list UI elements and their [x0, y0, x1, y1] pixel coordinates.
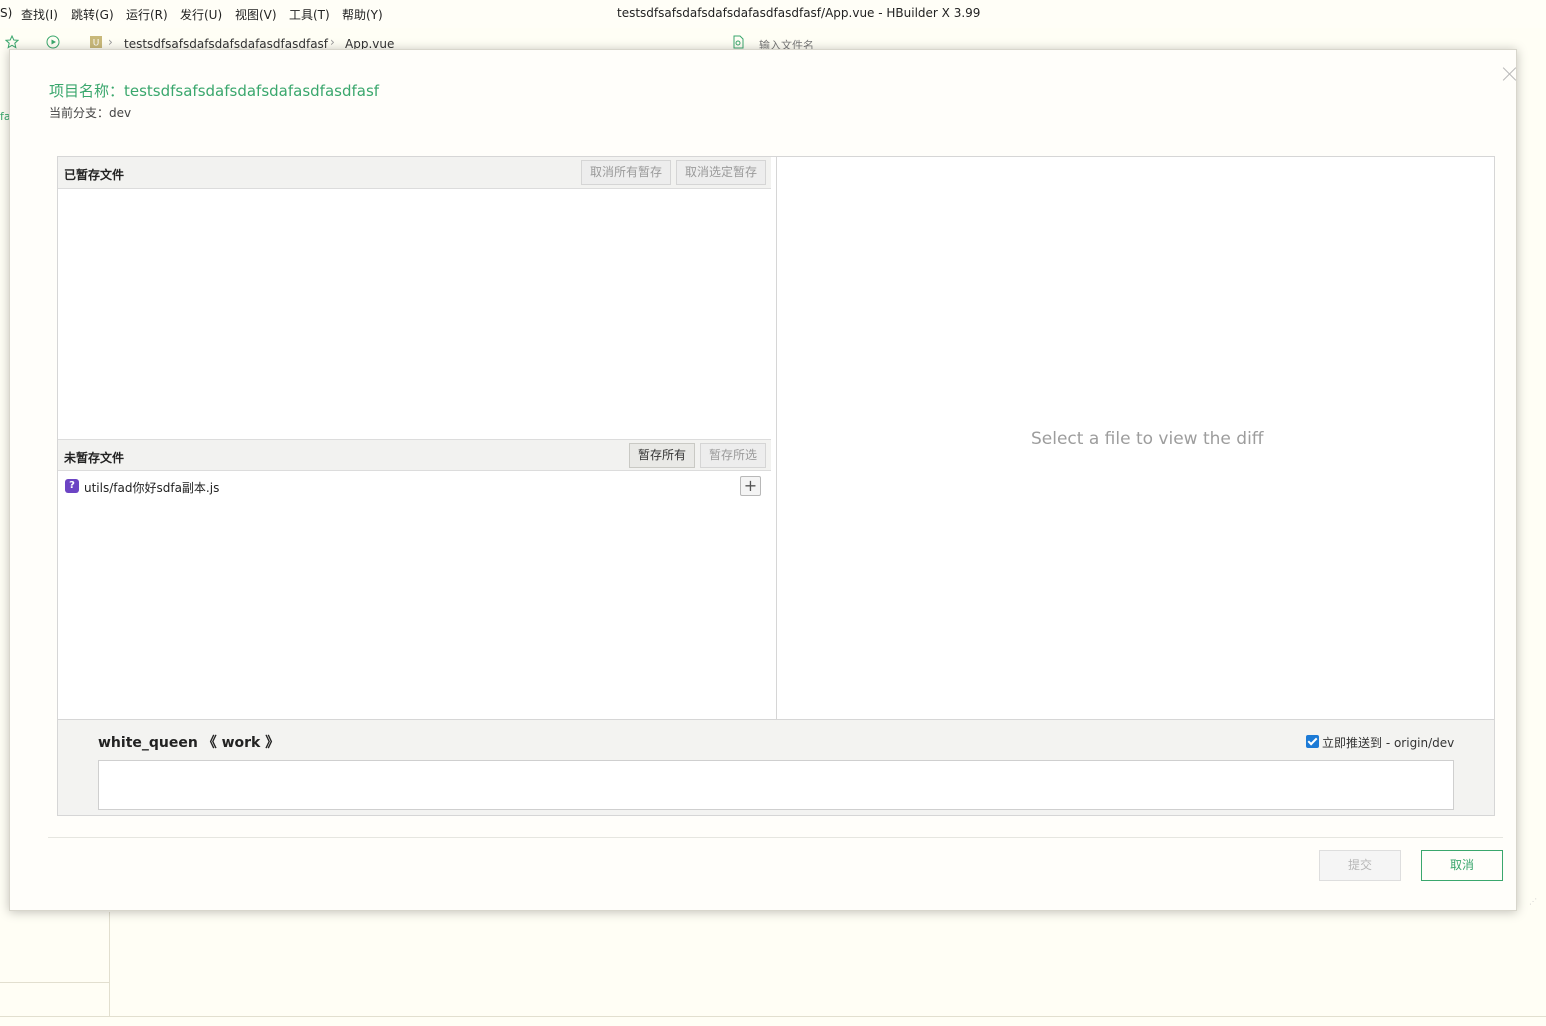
commit-message-input[interactable]: [98, 760, 1454, 810]
svg-text:U: U: [93, 39, 100, 49]
file-lists-column: [57, 156, 777, 719]
untracked-file-icon: ?: [65, 479, 79, 493]
stage-all-button[interactable]: 暂存所有: [629, 443, 696, 468]
diff-placeholder: Select a file to view the diff: [1031, 429, 1264, 449]
project-name: 项目名称：testsdfsafsdafsdafsdafasdfasdfasf: [49, 82, 380, 100]
sidebar-divider: [0, 982, 110, 983]
commit-area: white_queen 《 work 》 立即推送到 - origin/dev: [58, 719, 1494, 815]
menu-item-find[interactable]: 查找(I): [21, 6, 58, 23]
menu-item-goto[interactable]: 跳转(G): [71, 6, 114, 23]
close-icon[interactable]: [1500, 64, 1520, 84]
submit-button[interactable]: 提交: [1319, 850, 1401, 881]
run-icon[interactable]: [46, 35, 60, 49]
menu-item-help[interactable]: 帮助(Y): [342, 6, 383, 23]
breadcrumb-toolbar: U › testsdfsafsdafsdafsdafasdfasdfasf › …: [0, 30, 1546, 52]
window-title: testsdfsafsdafsdafsdafasdfasdfasf/App.vu…: [617, 6, 981, 20]
stage-selected-button[interactable]: 暂存所选: [700, 443, 767, 468]
chevron-right-icon: ›: [330, 35, 335, 49]
menu-item-view[interactable]: 视图(V): [235, 6, 277, 23]
file-search-icon: [731, 35, 745, 49]
sidebar-panel: [0, 912, 110, 1016]
menu-item-partial[interactable]: S): [0, 6, 12, 20]
menu-item-tools[interactable]: 工具(T): [289, 6, 330, 23]
unstaged-header: 未暂存文件 暂存所有 暂存所选: [58, 439, 771, 471]
chevron-right-icon: ›: [108, 35, 113, 49]
star-icon[interactable]: [5, 35, 19, 49]
current-branch: 当前分支：dev: [49, 106, 132, 120]
staged-header: 已暂存文件 取消所有暂存 取消选定暂存: [58, 157, 771, 189]
resize-grip-icon[interactable]: ⋰: [1529, 897, 1539, 907]
staged-title: 已暂存文件: [64, 168, 125, 182]
unstage-all-button[interactable]: 取消所有暂存: [581, 160, 672, 185]
file-name: utils/fad你好sdfa副本.js: [84, 481, 220, 495]
menu-item-run[interactable]: 运行(R): [126, 6, 168, 23]
unstage-selected-button[interactable]: 取消选定暂存: [676, 160, 767, 185]
push-label[interactable]: 立即推送到 - origin/dev: [1322, 734, 1454, 751]
push-checkbox[interactable]: [1306, 735, 1319, 748]
menu-item-publish[interactable]: 发行(U): [180, 6, 222, 23]
footer-divider: [48, 837, 1503, 838]
author-info: white_queen 《 work 》: [98, 735, 280, 751]
project-icon: U: [89, 35, 103, 49]
status-bar: [0, 1016, 1546, 1026]
stage-file-plus-icon[interactable]: +: [740, 476, 761, 496]
unstaged-title: 未暂存文件: [64, 451, 125, 465]
menu-bar: S) 查找(I) 跳转(G) 运行(R) 发行(U) 视图(V) 工具(T) 帮…: [0, 0, 1546, 28]
list-item[interactable]: ? utils/fad你好sdfa副本.js +: [58, 472, 771, 500]
cancel-button[interactable]: 取消: [1421, 850, 1503, 881]
